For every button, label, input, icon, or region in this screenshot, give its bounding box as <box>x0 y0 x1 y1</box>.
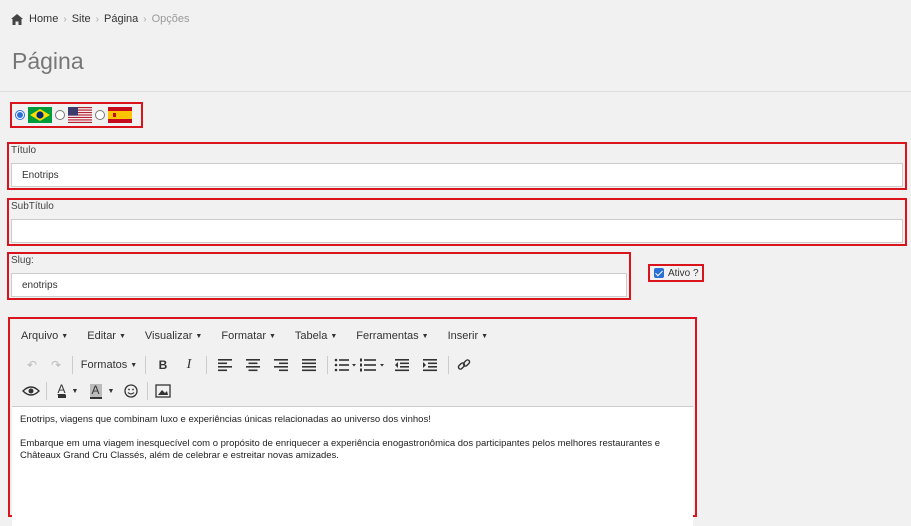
toolbar-divider <box>72 356 73 374</box>
preview-eye-icon[interactable] <box>20 384 42 398</box>
language-radio-en[interactable] <box>55 110 65 120</box>
image-icon[interactable] <box>152 384 174 398</box>
page-title: Página <box>12 48 84 74</box>
subtitulo-input[interactable] <box>11 219 903 243</box>
menu-ferramentas[interactable]: Ferramentas ▼ <box>345 327 436 345</box>
subtitulo-group: SubTítulo <box>7 198 907 246</box>
language-radio-pt[interactable] <box>15 110 25 120</box>
usa-flag-icon <box>68 107 92 123</box>
menu-visualizar[interactable]: Visualizar ▼ <box>134 327 210 345</box>
editor-menubar: Arquivo ▼ Editar ▼ Visualizar ▼ Formatar ▼ T… <box>10 327 496 345</box>
breadcrumb-home[interactable]: Home <box>29 13 58 25</box>
chevron-right-icon: › <box>95 13 99 25</box>
ativo-label: Ativo ? <box>668 267 699 279</box>
formatos-dropdown[interactable]: Formatos ▼ <box>77 354 141 376</box>
editor-paragraph: Enotrips, viagens que combinam luxo e ex… <box>20 414 431 425</box>
redo-icon[interactable]: ↷ <box>44 354 68 376</box>
toolbar-divider <box>448 356 449 374</box>
titulo-group: Título Enotrips <box>7 142 907 190</box>
caret-down-icon: ▼ <box>61 332 69 340</box>
indent-icon[interactable] <box>416 358 444 372</box>
editor-toolbar-2: A ▼ A ▼ <box>20 380 174 402</box>
breadcrumb: Home › Site › Página › Opções <box>11 12 190 26</box>
toolbar-divider <box>145 356 146 374</box>
caret-down-icon: ▼ <box>268 332 276 340</box>
chevron-right-icon: › <box>63 13 67 25</box>
align-right-icon[interactable] <box>267 358 295 372</box>
toolbar-divider <box>147 382 148 400</box>
slug-input[interactable]: enotrips <box>11 273 627 297</box>
spain-flag-icon <box>108 107 132 123</box>
titulo-input[interactable]: Enotrips <box>11 163 903 187</box>
toolbar-divider <box>46 382 47 400</box>
undo-icon[interactable]: ↶ <box>20 354 44 376</box>
caret-down-icon: ▼ <box>421 332 429 340</box>
outdent-icon[interactable] <box>388 358 416 372</box>
caret-down-icon: ▼ <box>71 387 79 395</box>
caret-down-icon: ▼ <box>481 332 489 340</box>
editor-content-area[interactable]: Enotrips, viagens que combinam luxo e ex… <box>12 406 693 526</box>
titulo-label: Título <box>11 145 37 156</box>
menu-inserir[interactable]: Inserir ▼ <box>437 327 497 345</box>
numbered-list-icon[interactable] <box>358 358 388 372</box>
text-color-icon: A <box>57 382 66 398</box>
text-color-button[interactable]: A ▼ <box>51 380 85 402</box>
align-left-icon[interactable] <box>211 358 239 372</box>
background-color-icon: A <box>89 382 102 399</box>
caret-down-icon: ▼ <box>195 332 203 340</box>
caret-down-icon: ▼ <box>118 332 126 340</box>
language-selector <box>10 102 143 128</box>
rich-text-editor: Arquivo ▼ Editar ▼ Visualizar ▼ Formatar ▼ T… <box>8 317 697 526</box>
align-center-icon[interactable] <box>239 358 267 372</box>
home-icon[interactable] <box>11 13 23 25</box>
divider <box>0 91 911 92</box>
ativo-checkbox[interactable] <box>654 268 664 278</box>
breadcrumb-opcoes: Opções <box>151 13 190 25</box>
breadcrumb-pagina[interactable]: Página <box>104 13 138 25</box>
italic-icon[interactable]: I <box>176 354 202 376</box>
slug-group: Slug: enotrips <box>7 252 631 300</box>
subtitulo-label: SubTítulo <box>11 201 54 212</box>
caret-down-icon: ▼ <box>130 361 138 369</box>
align-justify-icon[interactable] <box>295 358 323 372</box>
menu-tabela[interactable]: Tabela ▼ <box>284 327 345 345</box>
link-icon[interactable] <box>453 358 475 372</box>
menu-formatar[interactable]: Formatar ▼ <box>210 327 284 345</box>
ativo-group: Ativo ? <box>648 264 704 282</box>
bold-icon[interactable]: B <box>150 354 176 376</box>
menu-arquivo[interactable]: Arquivo ▼ <box>10 327 76 345</box>
toolbar-divider <box>206 356 207 374</box>
chevron-right-icon: › <box>143 13 147 25</box>
background-color-button[interactable]: A ▼ <box>85 380 119 402</box>
language-radio-es[interactable] <box>95 110 105 120</box>
menu-editar[interactable]: Editar ▼ <box>76 327 134 345</box>
slug-label: Slug: <box>11 255 34 266</box>
breadcrumb-site[interactable]: Site <box>72 13 91 25</box>
editor-paragraph: Embarque em uma viagem inesquecível com … <box>20 438 661 461</box>
brazil-flag-icon <box>28 107 52 123</box>
caret-down-icon: ▼ <box>107 387 115 395</box>
toolbar-divider <box>327 356 328 374</box>
emoticon-icon[interactable] <box>119 384 143 398</box>
caret-down-icon: ▼ <box>330 332 338 340</box>
editor-toolbar-1: ↶ ↷ Formatos ▼ B I <box>20 354 475 376</box>
bullet-list-icon[interactable] <box>332 358 358 372</box>
